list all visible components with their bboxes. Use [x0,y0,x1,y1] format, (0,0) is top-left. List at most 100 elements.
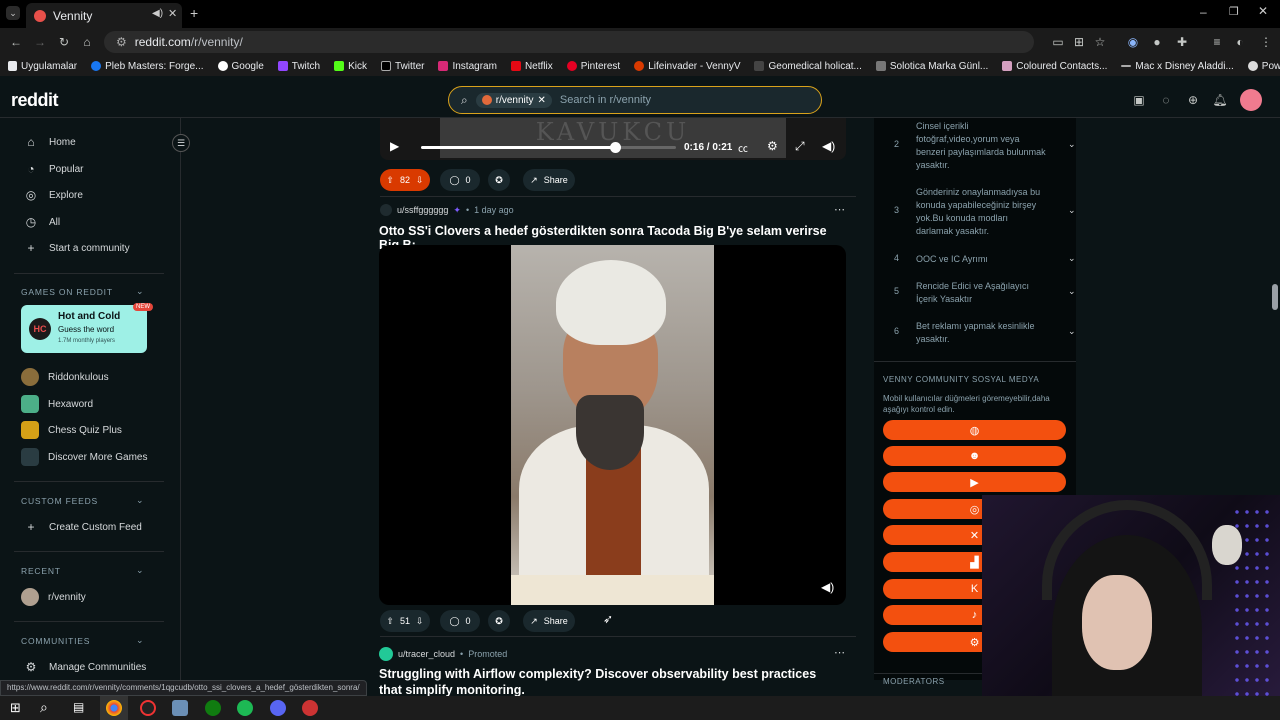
media-control-icon[interactable]: ≡ [1209,34,1225,50]
nav-all[interactable]: ◷ All [24,212,60,232]
discord-icon[interactable] [270,700,286,716]
bookmark-star-icon[interactable]: ☆ [1092,34,1108,50]
reload-icon[interactable]: ↻ [56,34,72,50]
forward-icon[interactable]: → [32,34,48,50]
site-info-icon[interactable]: ⚙ [116,35,127,49]
bookmark-item[interactable]: Lifeinvader - VennyV [634,61,740,72]
rule-item[interactable]: 5 Rencide Edici ve Aşağılayıcı İçerik Yas… [894,280,1076,306]
upvote-icon[interactable]: ⇧ [386,616,394,627]
spotify-icon[interactable] [237,700,253,716]
game-riddonkulous[interactable]: Riddonkulous [21,367,109,387]
chevron-down-icon[interactable]: ⌄ [136,565,144,576]
chevron-down-icon[interactable]: ⌄ [1068,326,1076,337]
calculator-icon[interactable] [172,700,188,716]
comments-button[interactable]: ◯ 0 [440,610,480,632]
browser-tab[interactable]: Vennity ◀) ✕ [26,3,182,28]
minimize-button[interactable]: – [1200,5,1207,19]
video-scrubber-handle[interactable] [610,142,621,153]
vote-control[interactable]: ⇧ 82 ⇩ [380,169,430,191]
app-icon[interactable] [302,700,318,716]
discover-more-games[interactable]: Discover More Games [21,447,147,467]
games-section-header[interactable]: GAMES ON REDDIT [21,287,113,297]
close-tab-icon[interactable]: ✕ [168,7,177,20]
bookmark-item[interactable]: Instagram [438,61,497,72]
restore-button[interactable]: ❐ [1229,5,1239,18]
windows-start-icon[interactable]: ⊞ [10,700,21,716]
recent-r-vennity[interactable]: r/vennity [21,587,86,607]
bookmark-item[interactable]: Mac x Disney Aladdi... [1121,61,1234,72]
chat-icon[interactable]: ◌ [1158,92,1174,108]
reddit-logo[interactable]: reddit [11,90,59,111]
volume-icon[interactable]: ◀) [822,139,835,153]
user-avatar[interactable] [1240,89,1262,111]
game-chess-quiz-plus[interactable]: Chess Quiz Plus [21,420,122,440]
more-options-icon[interactable]: ⋯ [834,203,845,216]
home-icon[interactable]: ⌂ [79,34,95,50]
puzzle-icon[interactable]: ✚ [1174,34,1190,50]
chevron-down-icon[interactable]: ⌄ [136,286,144,297]
settings-gear-icon[interactable]: ⚙ [767,139,778,153]
chevron-down-icon[interactable]: ⌄ [136,635,144,646]
search-input[interactable]: ⌕ r/vennity ✕ Search in r/vennity [448,86,822,114]
nav-start-community[interactable]: + Start a community [24,238,129,258]
extension-icon[interactable]: ● [1149,34,1165,50]
audio-icon[interactable]: ◉ [1125,34,1141,50]
recent-header[interactable]: RECENT [21,566,61,576]
game-hexaword[interactable]: Hexaword [21,394,93,414]
award-button[interactable]: ✪ [488,169,510,191]
bookmark-item[interactable]: Uygulamalar [8,61,77,72]
downvote-icon[interactable]: ⇩ [416,616,424,627]
bookmark-item[interactable]: Twitter [381,61,424,72]
post-author[interactable]: u/tracer_cloud [398,649,455,659]
cast-icon[interactable]: ▭ [1050,34,1066,50]
author-avatar[interactable] [379,647,393,661]
close-window-button[interactable]: ✕ [1258,4,1268,18]
rule-item[interactable]: 4 OOC ve IC Ayrımı ⌄ [894,253,1076,266]
video-progress-remaining[interactable] [618,146,676,149]
chip-close-icon[interactable]: ✕ [538,95,546,106]
bookmark-item[interactable]: Twitch [277,61,320,72]
volume-icon[interactable]: ◀) [821,580,834,594]
video-player[interactable]: ◀) [379,245,846,605]
create-custom-feed[interactable]: + Create Custom Feed [24,517,141,537]
communities-header[interactable]: COMMUNITIES [21,636,90,646]
bookmark-item[interactable]: Pleb Masters: Forge... [91,61,204,72]
collapse-nav-icon[interactable]: ☰ [172,134,190,152]
post-title[interactable]: Struggling with Airflow complexity? Disc… [379,666,839,698]
rule-item[interactable]: 2 Cinsel içerikli fotoğraf,video,yorum ve… [894,120,1076,172]
custom-feeds-header[interactable]: CUSTOM FEEDS [21,496,98,506]
bookmark-item[interactable]: Coloured Contacts... [1002,61,1107,72]
notification-bell-icon[interactable]: 🔔︎ [1212,92,1228,108]
speaker-icon[interactable]: ◀) [152,8,163,19]
tab-search-button[interactable]: ⌄ [6,6,20,20]
chevron-down-icon[interactable]: ⌄ [1068,205,1076,216]
new-tab-button[interactable]: + [190,5,198,21]
more-options-icon[interactable]: ⋯ [834,646,845,659]
social-button-youtube[interactable]: ▶ [883,472,1066,492]
bookmark-item[interactable]: Solotica Marka Günl... [875,61,988,72]
bookmark-item[interactable]: Google [217,61,264,72]
bookmark-item[interactable]: Pinterest [566,61,620,72]
xbox-icon[interactable] [205,700,221,716]
rule-item[interactable]: 6 Bet reklamı yapmak kesinlikle yasaktır.… [894,320,1076,346]
social-button-discord[interactable]: ☻ [883,446,1066,466]
advertise-icon[interactable]: ▣ [1131,92,1147,108]
manage-communities[interactable]: ⚙ Manage Communities [24,657,147,677]
back-icon[interactable]: ← [8,34,24,50]
share-button[interactable]: ↗ Share [523,169,575,191]
captions-icon[interactable]: ㏄ [738,140,748,155]
author-avatar[interactable] [380,204,392,216]
play-icon[interactable]: ▶ [390,139,399,153]
share-button[interactable]: ↗ Share [523,610,575,632]
bookmark-item[interactable]: Powder Kiss Ruj | Tü... [1247,61,1280,72]
search-community-chip[interactable]: r/vennity ✕ [475,92,552,108]
fullscreen-icon[interactable]: ⤢ [795,139,805,154]
chevron-down-icon[interactable]: ⌄ [1068,139,1076,150]
bookmark-item[interactable]: Netflix [510,61,553,72]
search-icon[interactable]: ⌕ [40,699,48,716]
social-button-website[interactable]: ◍ [883,420,1066,440]
downvote-icon[interactable]: ⇩ [416,175,424,186]
vote-control[interactable]: ⇧ 51 ⇩ [380,610,430,632]
chevron-down-icon[interactable]: ⌄ [1068,253,1076,264]
create-post-icon[interactable]: ⊕ [1185,92,1201,108]
